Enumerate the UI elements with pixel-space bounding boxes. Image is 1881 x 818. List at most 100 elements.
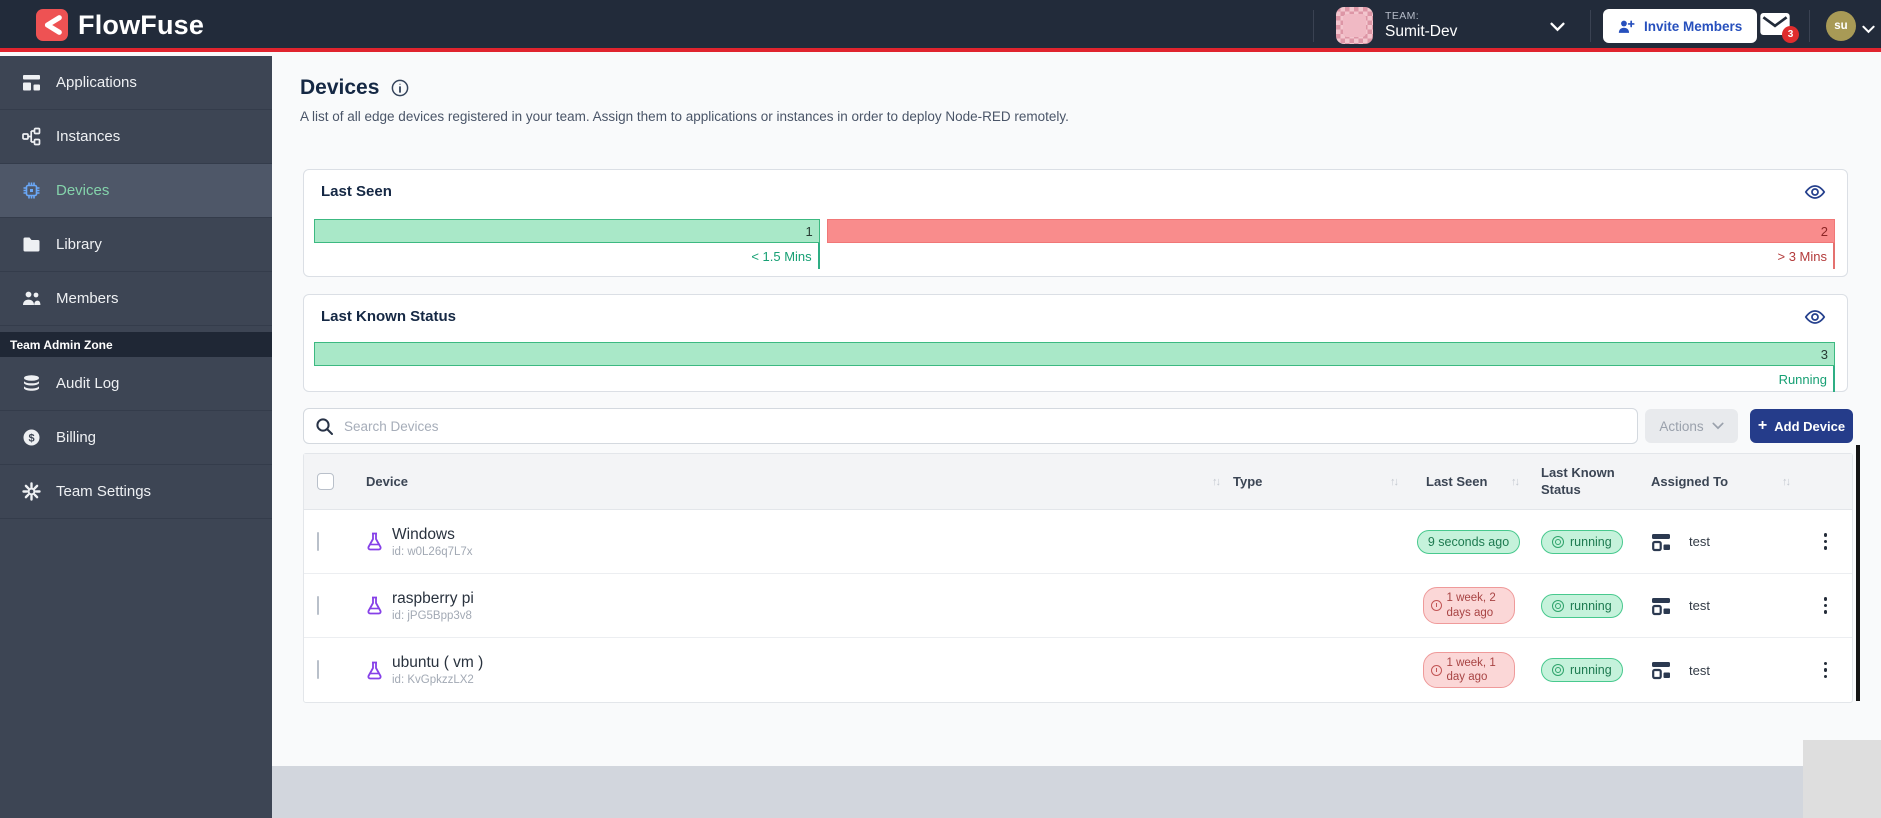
column-header-type[interactable]: Type ↑↓ <box>1233 474 1411 489</box>
device-id: id: w0L26q7L7x <box>392 545 473 558</box>
sort-icon[interactable]: ↑↓ <box>1390 476 1399 488</box>
actions-dropdown[interactable]: Actions <box>1645 409 1738 443</box>
last-seen-title: Last Seen <box>321 183 392 200</box>
sidebar-item-audit-log[interactable]: Audit Log <box>0 357 272 411</box>
app-window: FlowFuse TEAM: Sumit-Dev Invite Members <box>0 0 1881 818</box>
assigned-to-value[interactable]: test <box>1689 534 1710 549</box>
status-bar: 3 Running <box>314 342 1835 392</box>
sort-icon[interactable]: ↑↓ <box>1511 476 1520 488</box>
sidebar-item-instances[interactable]: Instances <box>0 110 272 164</box>
user-avatar[interactable]: su <box>1826 11 1856 41</box>
sidebar-item-applications[interactable]: Applications <box>0 56 272 110</box>
row-checkbox[interactable] <box>317 595 319 615</box>
applications-icon <box>22 73 41 92</box>
sidebar-item-label: Library <box>56 236 102 253</box>
device-name[interactable]: raspberry pi <box>392 590 474 608</box>
device-name[interactable]: ubuntu ( vm ) <box>392 654 483 672</box>
add-device-button[interactable]: + Add Device <box>1750 409 1853 443</box>
sidebar-item-team-settings[interactable]: Team Settings <box>0 465 272 519</box>
brand-logo[interactable]: FlowFuse <box>36 9 204 41</box>
column-label: Last Seen <box>1426 474 1488 489</box>
divider <box>1809 10 1810 42</box>
dollar-icon: $ <box>22 428 41 447</box>
user-plus-icon <box>1618 19 1635 34</box>
divider <box>1313 10 1314 42</box>
sidebar-item-members[interactable]: Members <box>0 272 272 326</box>
running-icon <box>1552 664 1564 676</box>
sidebar-item-library[interactable]: Library <box>0 218 272 272</box>
select-all-checkbox[interactable] <box>317 473 334 490</box>
chevron-down-icon[interactable] <box>1862 21 1875 39</box>
actions-label: Actions <box>1659 418 1704 434</box>
sidebar-item-label: Applications <box>56 74 137 91</box>
sidebar-item-label: Audit Log <box>56 375 120 392</box>
notifications-button[interactable]: 3 <box>1760 13 1799 43</box>
device-name[interactable]: Windows <box>392 526 473 544</box>
search-icon <box>315 417 334 441</box>
sort-icon[interactable]: ↑↓ <box>1782 476 1791 488</box>
kebab-menu-icon[interactable] <box>1820 593 1832 618</box>
table-row[interactable]: Windows id: w0L26q7L7x 9 seconds ago run… <box>304 510 1852 574</box>
last-known-status-title: Last Known Status <box>321 308 457 325</box>
chip-icon <box>22 181 41 200</box>
flask-icon <box>366 661 383 680</box>
last-seen-segment-stale[interactable]: 2 > 3 Mins <box>826 219 1835 269</box>
column-header-last-seen[interactable]: Last Seen ↑↓ <box>1411 474 1526 489</box>
row-checkbox[interactable] <box>317 531 319 551</box>
clock-icon <box>1430 664 1442 676</box>
flask-icon <box>366 596 383 615</box>
divider <box>1590 10 1591 42</box>
column-header-device[interactable]: Device ↑↓ <box>366 474 1233 489</box>
assigned-to-value[interactable]: test <box>1689 598 1710 613</box>
last-seen-badge: 1 week, 2 days ago <box>1422 587 1515 624</box>
devices-table: Device ↑↓ Type ↑↓ Last Seen ↑↓ Last Know… <box>303 453 1853 703</box>
folder-icon <box>22 235 41 254</box>
sidebar-item-billing[interactable]: $ Billing <box>0 411 272 465</box>
main-content: Devices A list of all edge devices regis… <box>272 56 1881 818</box>
column-header-assigned-to[interactable]: Assigned To ↑↓ <box>1636 474 1799 489</box>
sidebar-nav: Applications Instances Devices Library M… <box>0 56 272 818</box>
last-seen-segment-recent[interactable]: 1 < 1.5 Mins <box>314 219 820 269</box>
table-row[interactable]: raspberry pi id: jPG5Bpp3v8 1 week, 2 da… <box>304 574 1852 638</box>
device-id: id: jPG5Bpp3v8 <box>392 609 472 622</box>
sort-icon[interactable]: ↑↓ <box>1212 476 1221 488</box>
status-badge: running <box>1541 593 1623 618</box>
bottom-band <box>272 766 1803 818</box>
clock-icon <box>1430 600 1442 611</box>
running-icon <box>1552 535 1564 548</box>
eye-icon[interactable] <box>1804 181 1826 203</box>
status-badge: running <box>1541 658 1623 682</box>
invite-members-label: Invite Members <box>1644 18 1743 34</box>
column-label: Last Known Status <box>1541 464 1615 497</box>
chevron-down-icon[interactable] <box>1550 19 1565 37</box>
top-navbar: FlowFuse TEAM: Sumit-Dev Invite Members <box>0 0 1881 52</box>
sidebar-item-label: Members <box>56 290 119 307</box>
table-scrollbar[interactable] <box>1856 445 1860 701</box>
kebab-menu-icon[interactable] <box>1820 529 1832 554</box>
page-description: A list of all edge devices registered in… <box>300 109 1069 124</box>
segment-value: 1 <box>314 219 820 243</box>
team-selector[interactable]: TEAM: Sumit-Dev <box>1336 7 1457 44</box>
sidebar-item-label: Team Settings <box>56 483 152 500</box>
segment-label: < 1.5 Mins <box>314 243 820 269</box>
invite-members-button[interactable]: Invite Members <box>1603 9 1758 43</box>
table-row[interactable]: ubuntu ( vm ) id: KvGpkzzLX2 1 week, 1 d… <box>304 638 1852 702</box>
status-segment-running[interactable]: 3 Running <box>314 342 1835 392</box>
application-icon <box>1651 596 1671 616</box>
last-seen-badge: 1 week, 1 day ago <box>1422 651 1515 689</box>
kebab-menu-icon[interactable] <box>1820 658 1832 683</box>
sidebar-item-label: Devices <box>56 182 110 199</box>
eye-icon[interactable] <box>1804 306 1826 328</box>
assigned-to-value[interactable]: test <box>1689 663 1710 678</box>
info-icon[interactable] <box>391 79 409 97</box>
sidebar-item-devices[interactable]: Devices <box>0 164 272 218</box>
last-seen-badge: 9 seconds ago <box>1416 529 1521 554</box>
flask-icon <box>366 532 383 551</box>
team-label: TEAM: <box>1385 10 1420 22</box>
instances-icon <box>22 127 41 146</box>
device-id: id: KvGpkzzLX2 <box>392 674 474 686</box>
search-input[interactable] <box>344 409 1624 443</box>
row-checkbox[interactable] <box>317 660 319 679</box>
running-icon <box>1552 599 1564 612</box>
column-header-last-known-status[interactable]: Last Known Status <box>1526 465 1636 499</box>
